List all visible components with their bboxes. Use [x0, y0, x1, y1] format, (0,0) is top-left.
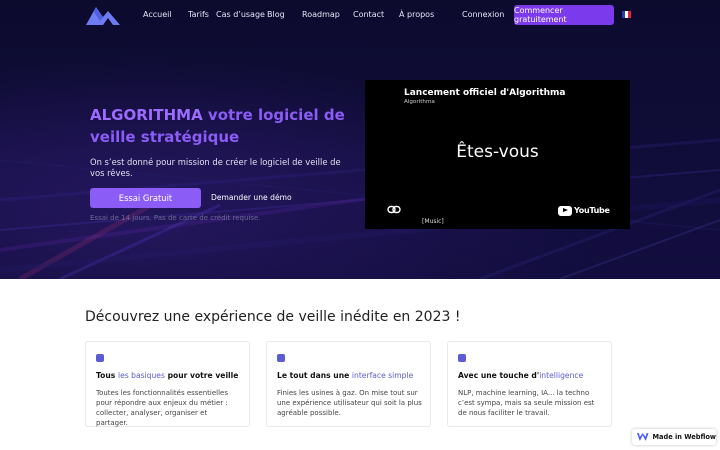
algorithma-logo-icon[interactable]: [86, 5, 120, 25]
feature-bullet-icon: [277, 354, 285, 362]
fr-flag-icon[interactable]: [622, 11, 631, 18]
nav-link-contact[interactable]: Contact: [353, 10, 384, 19]
start-free-button[interactable]: Commencer gratuitement: [514, 5, 614, 25]
made-in-webflow-badge[interactable]: Made in Webflow: [632, 429, 716, 445]
hero-title: ALGORITHMA votre logiciel de veille stra…: [90, 104, 350, 148]
feature-card-body: Toutes les fonctionnalités essentielles …: [96, 389, 229, 427]
hero-title-brand: ALGORITHMA: [90, 106, 203, 124]
webflow-icon: [637, 433, 649, 441]
nav-link-connexion[interactable]: Connexion: [462, 10, 504, 19]
feature-card-title: Avec une touche d'intelligence: [458, 371, 608, 380]
feature-title-highlight: intelligence: [539, 371, 584, 380]
hero-section: Accueil Tarifs Cas d’usage Blog Roadmap …: [0, 0, 720, 279]
copy-link-icon[interactable]: [387, 205, 401, 214]
feature-bullet-icon: [96, 354, 104, 362]
request-demo-link[interactable]: Demander une démo: [211, 193, 292, 202]
feature-card: Avec une touche d'intelligence NLP, mach…: [447, 341, 612, 427]
free-trial-button[interactable]: Essai Gratuit: [90, 188, 201, 208]
feature-bullet-icon: [458, 354, 466, 362]
webflow-badge-label: Made in Webflow: [652, 433, 717, 441]
feature-card-body: NLP, machine learning, IA... la techno c…: [458, 389, 595, 417]
feature-title-highlight: interface simple: [351, 371, 414, 380]
top-navigation: Accueil Tarifs Cas d’usage Blog Roadmap …: [0, 0, 720, 30]
hero-subtitle: On s’est donné pour mission de créer le …: [90, 157, 341, 178]
nav-link-a-propos[interactable]: À propos: [399, 10, 434, 19]
feature-card-title: Le tout dans une interface simple: [277, 371, 427, 380]
youtube-play-icon: [558, 205, 572, 216]
feature-card-body: Finies les usines à gaz. On mise tout su…: [277, 389, 422, 417]
feature-card: Tous les basiques pour votre veille Tout…: [85, 341, 250, 427]
feature-title-text: Avec une touche d': [458, 371, 540, 380]
youtube-logo[interactable]: YouTube: [558, 205, 610, 216]
nav-link-roadmap[interactable]: Roadmap: [302, 10, 340, 19]
video-player[interactable]: Lancement officiel d'Algorithma Algorith…: [365, 80, 630, 229]
features-title: Découvrez une expérience de veille inédi…: [85, 309, 461, 325]
feature-card: Le tout dans une interface simple Finies…: [266, 341, 431, 427]
feature-title-highlight: les basiques: [117, 371, 165, 380]
youtube-wordmark: YouTube: [574, 206, 610, 215]
video-frame-text: Êtes-vous: [456, 142, 539, 162]
feature-title-text: Le tout dans une: [277, 371, 352, 380]
feature-card-title: Tous les basiques pour votre veille: [96, 371, 246, 380]
feature-title-text: Tous: [96, 371, 118, 380]
nav-link-blog[interactable]: Blog: [267, 10, 285, 19]
feature-title-text: pour votre veille: [164, 371, 239, 380]
video-title[interactable]: Lancement officiel d'Algorithma: [404, 88, 566, 98]
video-caption: [Music]: [422, 218, 444, 225]
nav-link-accueil[interactable]: Accueil: [143, 10, 172, 19]
trial-note: Essai de 14 jours. Pas de carte de crédi…: [90, 214, 261, 222]
video-channel[interactable]: Algorithma: [404, 99, 435, 105]
nav-link-cas-usage[interactable]: Cas d’usage: [216, 10, 265, 19]
nav-link-tarifs[interactable]: Tarifs: [188, 10, 209, 19]
